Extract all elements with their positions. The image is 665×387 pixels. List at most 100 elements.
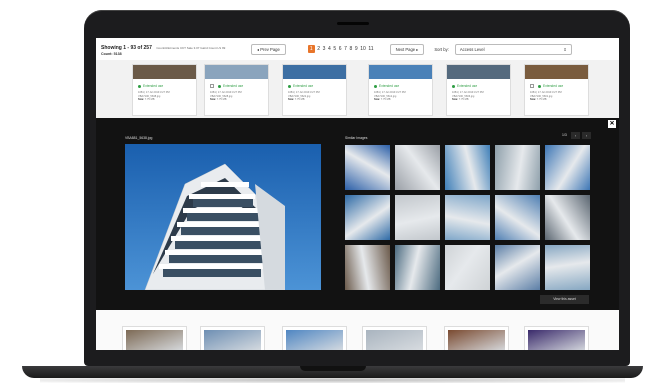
license-row: Extended use (374, 84, 432, 88)
license-row: Extended use (288, 84, 346, 88)
page-link[interactable]: 2 (317, 46, 320, 52)
page-link[interactable]: 4 (328, 46, 331, 52)
similar-images-title: Similar Images (345, 136, 368, 140)
asset-card[interactable] (122, 326, 187, 350)
page-link[interactable]: 3 (323, 46, 326, 52)
preview-image[interactable] (125, 144, 321, 290)
size-label: Size: (452, 98, 459, 102)
asset-meta: 1081 | 17 Jul 2019 3:27 PM VBA7100_5606.j… (452, 91, 510, 102)
similar-thumbnail[interactable] (445, 195, 490, 240)
next-page-button[interactable]: Next Page ▸ (389, 43, 425, 55)
count-text: Count: 5138 (101, 51, 122, 56)
results-toolbar: Showing 1 - 93 of 257 Count/Allotments C… (96, 38, 619, 60)
similar-images-grid (345, 145, 590, 290)
size-label: Size: (210, 98, 217, 102)
asset-thumbnail[interactable] (448, 330, 505, 350)
asset-thumbnail[interactable] (205, 65, 268, 79)
asset-size: 7.75 MB (216, 98, 227, 102)
similar-thumbnail[interactable] (545, 145, 590, 190)
similar-thumbnail[interactable] (395, 245, 440, 290)
select-checkbox[interactable] (530, 84, 534, 88)
page-link[interactable]: 10 (360, 46, 366, 52)
sort-select[interactable]: Access Level ⇕ (454, 43, 572, 55)
similar-thumbnail[interactable] (345, 145, 390, 190)
preview-filename: VBA881_5638.jpg (125, 136, 153, 140)
similar-thumbnail[interactable] (395, 195, 440, 240)
check-circle-icon (288, 84, 291, 88)
asset-thumbnail[interactable] (528, 330, 585, 350)
license-label: Extended use (379, 84, 400, 88)
license-row: Extended use (452, 84, 510, 88)
chevron-left-icon[interactable]: ‹ (571, 132, 580, 139)
page-link[interactable]: 7 (344, 46, 347, 52)
app-screen: Showing 1 - 93 of 257 Count/Allotments C… (96, 38, 619, 350)
page-link[interactable]: 8 (349, 46, 352, 52)
asset-card[interactable]: Extended use 1081 | 17 Jul 2019 3:27 PM V… (446, 64, 511, 116)
asset-thumbnail[interactable] (286, 330, 343, 350)
asset-size: 7.75 MB (536, 98, 547, 102)
camera-notch (337, 22, 369, 25)
asset-date: 1081 | 17 Jul 2019 3:27 PM (452, 91, 484, 94)
asset-size: 7.75 MB (294, 98, 305, 102)
license-label: Extended use (457, 84, 478, 88)
asset-card[interactable]: Extended use 1081 | 17 Jul 2019 3:27 PM V… (132, 64, 197, 116)
similar-thumbnail[interactable] (395, 145, 440, 190)
similar-thumbnail[interactable] (445, 245, 490, 290)
page-link[interactable]: 9 (355, 46, 358, 52)
size-label: Size: (288, 98, 295, 102)
asset-preview-panel: ✕ VBA881_5638.jpg Similar Images 1/3 ‹ ›… (96, 118, 619, 310)
size-label: Size: (530, 98, 537, 102)
asset-card[interactable]: Extended use 1081 | 17 Jul 2019 3:27 PM V… (368, 64, 433, 116)
similar-thumbnail[interactable] (495, 245, 540, 290)
asset-thumbnail[interactable] (525, 65, 588, 79)
asset-date: 1081 | 17 Jul 2019 3:27 PM (530, 91, 562, 94)
similar-thumbnail[interactable] (345, 245, 390, 290)
asset-card[interactable] (444, 326, 509, 350)
asset-size: 7.75 MB (458, 98, 469, 102)
page-numbers: 1 2 3 4 5 6 7 8 9 10 11 (307, 45, 374, 53)
asset-meta: 1081 | 17 Jul 2019 3:27 PM VBA7100_5638.j… (138, 91, 196, 102)
similar-thumbnail[interactable] (545, 195, 590, 240)
asset-size: 7.75 MB (380, 98, 391, 102)
asset-thumbnail[interactable] (283, 65, 346, 79)
similar-thumbnail[interactable] (345, 195, 390, 240)
view-asset-button[interactable]: View this asset (540, 295, 589, 304)
laptop-mockup: Showing 1 - 93 of 257 Count/Allotments C… (0, 0, 665, 387)
license-label: Extended use (543, 84, 564, 88)
asset-thumbnail[interactable] (133, 65, 196, 79)
similar-thumbnail[interactable] (495, 145, 540, 190)
asset-thumbnail[interactable] (447, 65, 510, 79)
prev-page-button[interactable]: ◂ Prev Page (251, 43, 286, 55)
asset-card[interactable]: Extended use 1081 | 17 Jul 2019 3:27 PM V… (524, 64, 589, 116)
close-icon[interactable]: ✕ (608, 120, 616, 128)
asset-card[interactable] (282, 326, 347, 350)
similar-page-indicator: 1/3 (562, 133, 567, 137)
similar-thumbnail[interactable] (545, 245, 590, 290)
asset-thumbnail[interactable] (204, 330, 261, 350)
asset-card[interactable] (200, 326, 265, 350)
results-count: Showing 1 - 93 of 257 Count/Allotments C… (101, 42, 251, 57)
license-row: Extended use (210, 84, 268, 88)
similar-thumbnail[interactable] (495, 195, 540, 240)
license-row: Extended use (530, 84, 588, 88)
page-link[interactable]: 1 (307, 45, 315, 53)
check-circle-icon (374, 84, 377, 88)
page-link[interactable]: 6 (339, 46, 342, 52)
page-link[interactable]: 5 (333, 46, 336, 52)
asset-thumbnail[interactable] (366, 330, 423, 350)
size-label: Size: (374, 98, 381, 102)
chevron-right-icon[interactable]: › (582, 132, 591, 139)
asset-card[interactable]: Extended use 1081 | 17 Jul 2019 3:27 PM V… (204, 64, 269, 116)
asset-card[interactable] (524, 326, 589, 350)
asset-thumbnail[interactable] (126, 330, 183, 350)
select-checkbox[interactable] (210, 84, 214, 88)
asset-card[interactable] (362, 326, 427, 350)
asset-card[interactable]: Extended use 1081 | 17 Jul 2019 3:27 PM V… (282, 64, 347, 116)
page-link[interactable]: 11 (368, 46, 373, 52)
asset-thumbnail[interactable] (369, 65, 432, 79)
license-label: Extended use (293, 84, 314, 88)
asset-grid-bottom (96, 310, 619, 350)
similar-thumbnail[interactable] (445, 145, 490, 190)
asset-meta: 1081 | 17 Jul 2019 3:27 PM VBA7100_5622.j… (288, 91, 346, 102)
asset-size: 7.75 MB (144, 98, 155, 102)
